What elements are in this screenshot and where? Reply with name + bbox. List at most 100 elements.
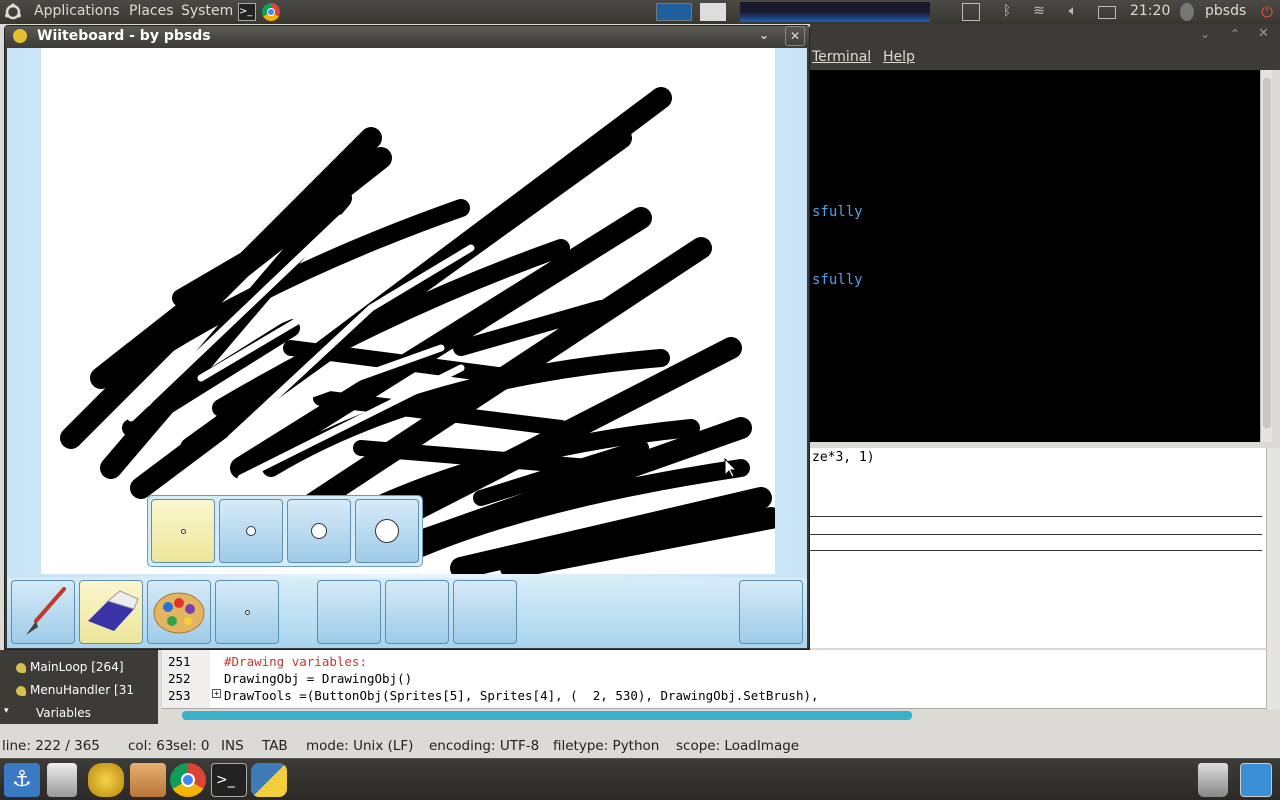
trash-icon[interactable] [1198, 763, 1228, 797]
brush-tool-button[interactable] [11, 580, 75, 644]
function-icon [16, 686, 26, 696]
dot-icon [311, 523, 327, 539]
mouse-cursor-icon [724, 458, 738, 478]
code-line: DrawTools =(ButtonObj(Sprites[5], Sprite… [224, 688, 819, 703]
file-manager-icon[interactable] [47, 763, 77, 797]
status-sel: sel: 0 [173, 738, 210, 754]
terminal-line: sfully [812, 204, 863, 220]
chrome-icon[interactable] [170, 763, 206, 797]
status-line: line: 222 / 365 [2, 738, 100, 754]
size-tool-button[interactable] [215, 580, 279, 644]
ubuntu-logo-icon[interactable] [4, 3, 22, 21]
size-icon [245, 610, 250, 615]
display-icon[interactable] [962, 3, 980, 21]
menu-system[interactable]: System [181, 3, 233, 19]
menu-help[interactable]: Help [883, 49, 915, 65]
eraser-icon [88, 590, 139, 631]
brush-icon [26, 587, 66, 635]
window-title: Wiiteboard - by pbsds [37, 28, 211, 44]
dock-panel: ⚓︎ >_ [0, 758, 1280, 800]
desktop: Applications Places System >_ ᛒ ≋ 🔈︎ 21:… [0, 0, 1280, 800]
code-fragment: ze*3, 1) [812, 450, 875, 465]
code-hscrollbar[interactable] [162, 708, 1266, 722]
empty-tool-slot[interactable] [453, 580, 517, 644]
terminal-output[interactable]: sfully sfully [810, 70, 1260, 442]
size-tiny-button[interactable] [151, 499, 215, 563]
system-monitor-graph [740, 2, 930, 22]
chrome-launcher-icon[interactable] [262, 3, 280, 21]
clock[interactable]: 21:20 [1130, 3, 1170, 19]
editor-pane[interactable]: ze*3, 1) [810, 448, 1266, 648]
line-number: 252 [168, 671, 191, 686]
status-filetype: filetype: Python [553, 738, 660, 754]
minimize-icon[interactable]: ⌄ [1200, 27, 1210, 41]
user-name[interactable]: pbsds [1205, 3, 1246, 19]
status-ins: INS [221, 738, 244, 754]
status-bar: line: 222 / 365 col: 63 sel: 0 INS TAB m… [0, 736, 1280, 758]
status-mode: mode: Unix (LF) [306, 738, 414, 754]
close-icon[interactable]: ✕ [785, 26, 805, 46]
size-large-button[interactable] [355, 499, 419, 563]
wiiteboard-titlebar[interactable]: Wiiteboard - by pbsds ⌄ ✕ [5, 26, 809, 48]
brush-size-popup [147, 495, 423, 567]
empty-tool-slot[interactable] [317, 580, 381, 644]
editor-scrollbar[interactable] [1266, 448, 1280, 710]
dot-icon [246, 526, 256, 536]
size-small-button[interactable] [219, 499, 283, 563]
line-number: 251 [168, 654, 191, 669]
symbol-item[interactable]: MenuHandler [31 [16, 683, 134, 701]
workspace-switcher-icon[interactable] [656, 3, 692, 21]
wiiteboard-body [7, 48, 807, 648]
minimize-icon[interactable]: ⌄ [759, 28, 769, 42]
palette-tool-button[interactable] [147, 580, 211, 644]
empty-tool-slot[interactable] [739, 580, 803, 644]
menu-applications[interactable]: Applications [34, 3, 120, 19]
mail-icon[interactable] [1098, 6, 1116, 19]
app-icon [13, 29, 27, 43]
terminal-titlebar: ⌄ ⌃ ✕ [810, 24, 1280, 46]
terminal-launcher-icon[interactable]: >_ [238, 3, 256, 21]
empty-tool-slot[interactable] [385, 580, 449, 644]
dot-icon [181, 529, 186, 534]
collapse-icon: ▾ [4, 706, 9, 716]
status-scope: scope: LoadImage [676, 738, 800, 754]
power-icon[interactable]: ⏻ [1258, 3, 1276, 21]
code-lines: 251 #Drawing variables: 252 DrawingObj =… [162, 654, 1266, 710]
status-encoding: encoding: UTF-8 [429, 738, 540, 754]
terminal-menubar: Terminal Help [810, 46, 1280, 70]
function-icon [16, 663, 26, 673]
top-panel: Applications Places System >_ ᛒ ≋ 🔈︎ 21:… [0, 0, 1280, 24]
show-desktop-icon[interactable] [700, 3, 726, 21]
fold-icon[interactable]: + [212, 689, 221, 698]
terminal-scrollbar[interactable] [1260, 70, 1272, 442]
teapot-icon[interactable] [88, 763, 124, 797]
workspace-icon[interactable] [1240, 763, 1272, 797]
menu-terminal[interactable]: Terminal [812, 49, 871, 65]
wifi-icon[interactable]: ≋ [1030, 3, 1048, 21]
symbol-group[interactable]: ▾ Variables [4, 706, 91, 724]
dot-icon [375, 519, 399, 543]
status-tab: TAB [262, 738, 288, 754]
menu-places[interactable]: Places [129, 3, 174, 19]
size-medium-button[interactable] [287, 499, 351, 563]
terminal-line: sfully [812, 272, 863, 288]
home-folder-icon[interactable] [130, 763, 166, 797]
palette-icon [153, 592, 205, 634]
eraser-tool-button[interactable] [79, 580, 143, 644]
anchor-icon[interactable]: ⚓︎ [4, 763, 40, 797]
python-icon[interactable] [251, 763, 287, 797]
tool-bar [7, 578, 807, 648]
code-line: DrawingObj = DrawingObj() [224, 671, 413, 686]
bluetooth-icon[interactable]: ᛒ [998, 3, 1016, 21]
close-icon[interactable]: ✕ [1258, 26, 1269, 41]
wiiteboard-window: Wiiteboard - by pbsds ⌄ ✕ [4, 25, 810, 650]
symbol-item[interactable]: MainLoop [264] [16, 660, 124, 678]
status-col: col: 63 [128, 738, 174, 754]
code-line: #Drawing variables: [224, 654, 367, 669]
maximize-icon[interactable]: ⌃ [1230, 27, 1240, 41]
user-icon[interactable] [1180, 3, 1194, 21]
terminal-icon[interactable]: >_ [211, 763, 247, 797]
line-number: 253 [168, 688, 191, 703]
symbol-sidebar: MainLoop [264] MenuHandler [31 ▾ Variable… [0, 650, 158, 724]
volume-icon[interactable]: 🔈︎ [1064, 3, 1082, 21]
